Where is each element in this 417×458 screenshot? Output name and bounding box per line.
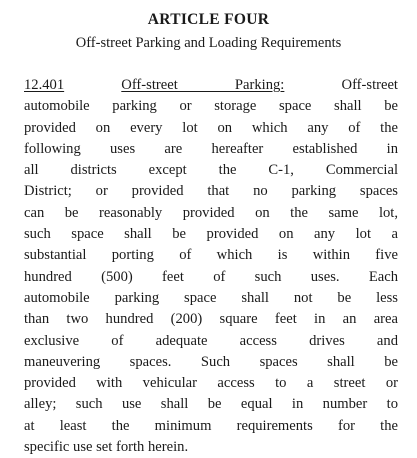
article-title: ARTICLE FOUR [147, 11, 270, 28]
paragraph-line: provided on every lot on which any of th… [24, 119, 398, 136]
paragraph-line: hundred (500) feet of such uses. Each [24, 268, 398, 285]
paragraph-line: all districts except the C-1, Commercial [24, 162, 398, 179]
paragraph-line: alley; such use shall be equal in number… [24, 396, 398, 413]
section-first-line-rest: Off-street [341, 77, 398, 93]
paragraph-line: specific use set forth herein. [24, 439, 189, 456]
paragraph-line: can be reasonably provided on the same l… [24, 204, 398, 221]
paragraph-line: provided with vehicular access to a stre… [24, 375, 398, 392]
paragraph-line: substantial porting of which is within f… [24, 247, 398, 264]
paragraph-line: following uses are hereafter established… [24, 140, 398, 157]
paragraph-line: District; or provided that no parking sp… [24, 183, 398, 200]
section-heading: Off-street Parking: [121, 77, 285, 93]
paragraph-line: automobile parking or storage space shal… [24, 98, 398, 115]
paragraph-line: than two hundred (200) square feet in an… [24, 311, 398, 328]
document-page: ARTICLE FOUR Off-street Parking and Load… [0, 0, 417, 455]
section-12-401-paragraph: 12.401 Off-street Parking: Off-street au… [24, 75, 398, 458]
paragraph-line: maneuvering spaces. Such spaces shall be [24, 353, 398, 370]
paragraph-line: automobile parking space shall not be le… [24, 289, 398, 306]
section-number: 12.401 [24, 77, 65, 93]
paragraph-line: 12.401 Off-street Parking: Off-street [24, 75, 398, 96]
article-subtitle: Off-street Parking and Loading Requireme… [75, 35, 342, 51]
paragraph-line: such space shall be provided on any lot … [24, 226, 398, 243]
paragraph-line: at least the minimum requirements for th… [24, 417, 398, 434]
paragraph-line: exclusive of adequate access drives and [24, 332, 398, 349]
